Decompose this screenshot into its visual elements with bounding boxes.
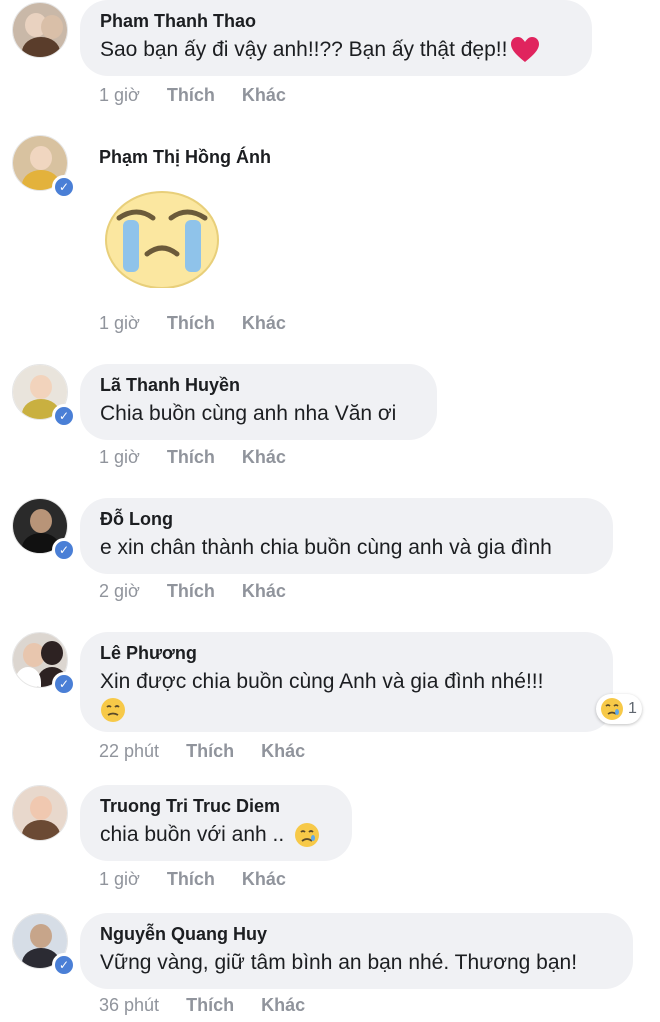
comment-author[interactable]: Phạm Thị Hồng Ánh: [99, 146, 271, 168]
more-button[interactable]: Khác: [242, 313, 286, 334]
comment-bubble: Lê Phương Xin được chia buồn cùng Anh và…: [80, 632, 613, 732]
verified-icon: ✓: [52, 672, 76, 696]
like-button[interactable]: Thích: [167, 447, 215, 468]
verified-icon: ✓: [52, 175, 76, 199]
comment-time: 2 giờ: [99, 581, 140, 601]
comment-text: chia buồn với anh ..: [100, 820, 332, 850]
more-button[interactable]: Khác: [242, 581, 286, 602]
comment-bubble: Truong Tri Truc Diem chia buồn với anh .…: [80, 785, 352, 861]
comment-actions: 36 phút Thích Khác: [99, 995, 327, 1016]
comment-text: Chia buồn cùng anh nha Văn ơi: [100, 402, 397, 425]
comment-text: e xin chân thành chia buồn cùng anh và g…: [100, 536, 552, 559]
like-button[interactable]: Thích: [186, 741, 234, 762]
avatar[interactable]: ✓: [12, 498, 76, 562]
heart-icon: [511, 37, 540, 63]
avatar[interactable]: [12, 2, 72, 62]
comment-actions: 1 giờ Thích Khác: [99, 447, 308, 468]
comment-actions: 2 giờ Thích Khác: [99, 581, 308, 602]
comment-bubble: Pham Thanh Thao Sao bạn ấy đi vậy anh!!?…: [80, 0, 592, 76]
comment-time: 1 giờ: [99, 447, 140, 467]
more-button[interactable]: Khác: [261, 741, 305, 762]
comment-actions: 1 giờ Thích Khác: [99, 85, 308, 106]
like-button[interactable]: Thích: [167, 581, 215, 602]
crying-face-icon: [295, 823, 320, 848]
verified-icon: ✓: [52, 538, 76, 562]
more-button[interactable]: Khác: [261, 995, 305, 1016]
sad-reaction-icon: [601, 698, 623, 720]
more-button[interactable]: Khác: [242, 447, 286, 468]
comment-actions: 22 phút Thích Khác: [99, 741, 327, 762]
like-button[interactable]: Thích: [167, 869, 215, 890]
comment-text: Sao bạn ấy đi vậy anh!!?? Bạn ấy thật đẹ…: [100, 35, 572, 65]
like-button[interactable]: Thích: [167, 313, 215, 334]
comment-actions: 1 giờ Thích Khác: [99, 869, 308, 890]
comment-text: Xin được chia buồn cùng Anh và gia đình …: [100, 670, 544, 693]
avatar[interactable]: [12, 785, 72, 845]
more-button[interactable]: Khác: [242, 869, 286, 890]
comment-author[interactable]: Nguyễn Quang Huy: [100, 923, 613, 945]
comment-author[interactable]: Pham Thanh Thao: [100, 10, 572, 32]
comment-time: 1 giờ: [99, 869, 140, 889]
comment-time: 1 giờ: [99, 85, 140, 105]
comment-text-content: Sao bạn ấy đi vậy anh!!?? Bạn ấy thật đẹ…: [100, 38, 508, 61]
comment-actions: 1 giờ Thích Khác: [99, 313, 308, 334]
crying-face-sticker: [105, 191, 219, 288]
avatar[interactable]: ✓: [12, 364, 76, 428]
comment-time: 22 phút: [99, 741, 160, 761]
comment-author[interactable]: Truong Tri Truc Diem: [100, 795, 332, 817]
comment-time: 36 phút: [99, 995, 160, 1015]
reaction-badge[interactable]: 1: [596, 694, 642, 724]
verified-icon: ✓: [52, 404, 76, 428]
more-button[interactable]: Khác: [242, 85, 286, 106]
reaction-count: 1: [628, 700, 637, 717]
avatar[interactable]: ✓: [12, 913, 76, 977]
avatar[interactable]: ✓: [12, 135, 76, 199]
sad-face-icon: [101, 698, 125, 722]
verified-icon: ✓: [52, 953, 76, 977]
comment-author[interactable]: Đỗ Long: [100, 508, 593, 530]
comment-text: Vững vàng, giữ tâm bình an bạn nhé. Thươ…: [100, 951, 578, 974]
comment-time: 1 giờ: [99, 313, 140, 333]
comment-author[interactable]: Lê Phương: [100, 642, 593, 664]
comment-bubble: Đỗ Long e xin chân thành chia buồn cùng …: [80, 498, 613, 574]
comment-author[interactable]: Lã Thanh Huyền: [100, 374, 417, 396]
like-button[interactable]: Thích: [167, 85, 215, 106]
like-button[interactable]: Thích: [186, 995, 234, 1016]
comment-bubble: Lã Thanh Huyền Chia buồn cùng anh nha Vă…: [80, 364, 437, 440]
comment-text-content: chia buồn với anh ..: [100, 823, 285, 846]
avatar[interactable]: ✓: [12, 632, 76, 696]
comment-bubble: Nguyễn Quang Huy Vững vàng, giữ tâm bình…: [80, 913, 633, 989]
